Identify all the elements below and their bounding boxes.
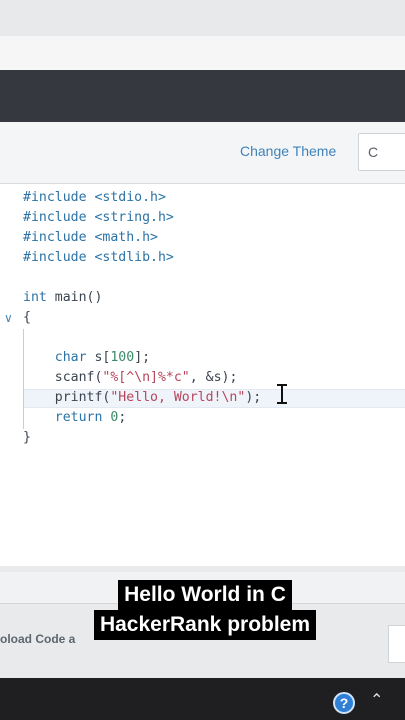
code-line[interactable]: int main(): [23, 288, 261, 308]
video-caption: Hello World in C HackerRank problem: [70, 580, 340, 640]
code-token: }: [23, 430, 31, 445]
code-line[interactable]: #include <math.h>: [23, 228, 261, 248]
code-line[interactable]: [23, 328, 261, 348]
caption-line-2: HackerRank problem: [93, 610, 317, 640]
code-line[interactable]: }: [23, 428, 261, 448]
code-token: main(): [46, 290, 103, 305]
upload-code-label[interactable]: oload Code a: [0, 632, 75, 646]
code-token: , &s);: [189, 370, 238, 385]
chevron-down-icon[interactable]: ∨: [4, 311, 13, 325]
code-line[interactable]: [23, 268, 261, 288]
caption-line-1: Hello World in C: [118, 580, 292, 610]
change-theme-link[interactable]: Change Theme: [240, 143, 336, 159]
chevron-up-icon[interactable]: ⌃: [370, 690, 383, 710]
page-top-band: [0, 36, 405, 70]
code-line[interactable]: #include <string.h>: [23, 208, 261, 228]
text-cursor-icon: [277, 383, 287, 405]
code-line[interactable]: {: [23, 308, 261, 328]
code-token: s[: [86, 350, 111, 365]
code-token: "Hello, World!\n": [110, 390, 246, 405]
code-line[interactable]: return 0;: [23, 408, 261, 428]
help-icon[interactable]: ?: [333, 692, 355, 714]
code-token: return: [54, 410, 103, 425]
code-token: ];: [134, 350, 151, 365]
code-line[interactable]: #include <stdio.h>: [23, 188, 261, 208]
code-token: #include <stdlib.h>: [23, 250, 174, 265]
code-token: 100: [110, 350, 135, 365]
code-token: #include <math.h>: [23, 230, 158, 245]
code-token: ;: [118, 410, 127, 425]
code-line[interactable]: scanf("%[^\n]%*c", &s);: [23, 368, 261, 388]
code-line[interactable]: #include <stdlib.h>: [23, 248, 261, 268]
browser-top-strip: [0, 0, 405, 36]
code-line[interactable]: printf("Hello, World!\n");: [23, 388, 261, 408]
code-token: {: [23, 310, 31, 325]
upload-checkbox[interactable]: [388, 625, 405, 663]
code-token: );: [245, 390, 262, 405]
code-token: char: [54, 350, 87, 365]
code-token: printf(: [23, 390, 111, 405]
code-token: scanf(: [23, 370, 103, 385]
code-token: #include <stdio.h>: [23, 190, 166, 205]
code-content[interactable]: #include <stdio.h> #include <string.h> #in…: [23, 188, 261, 448]
code-token: int: [23, 290, 47, 305]
code-token: #include <string.h>: [23, 210, 174, 225]
editor-toolbar: [0, 122, 405, 184]
code-token: "%[^\n]%*c": [102, 370, 190, 385]
dark-header-bar: [0, 70, 405, 122]
code-line[interactable]: char s[100];: [23, 348, 261, 368]
language-select[interactable]: C: [358, 133, 405, 171]
